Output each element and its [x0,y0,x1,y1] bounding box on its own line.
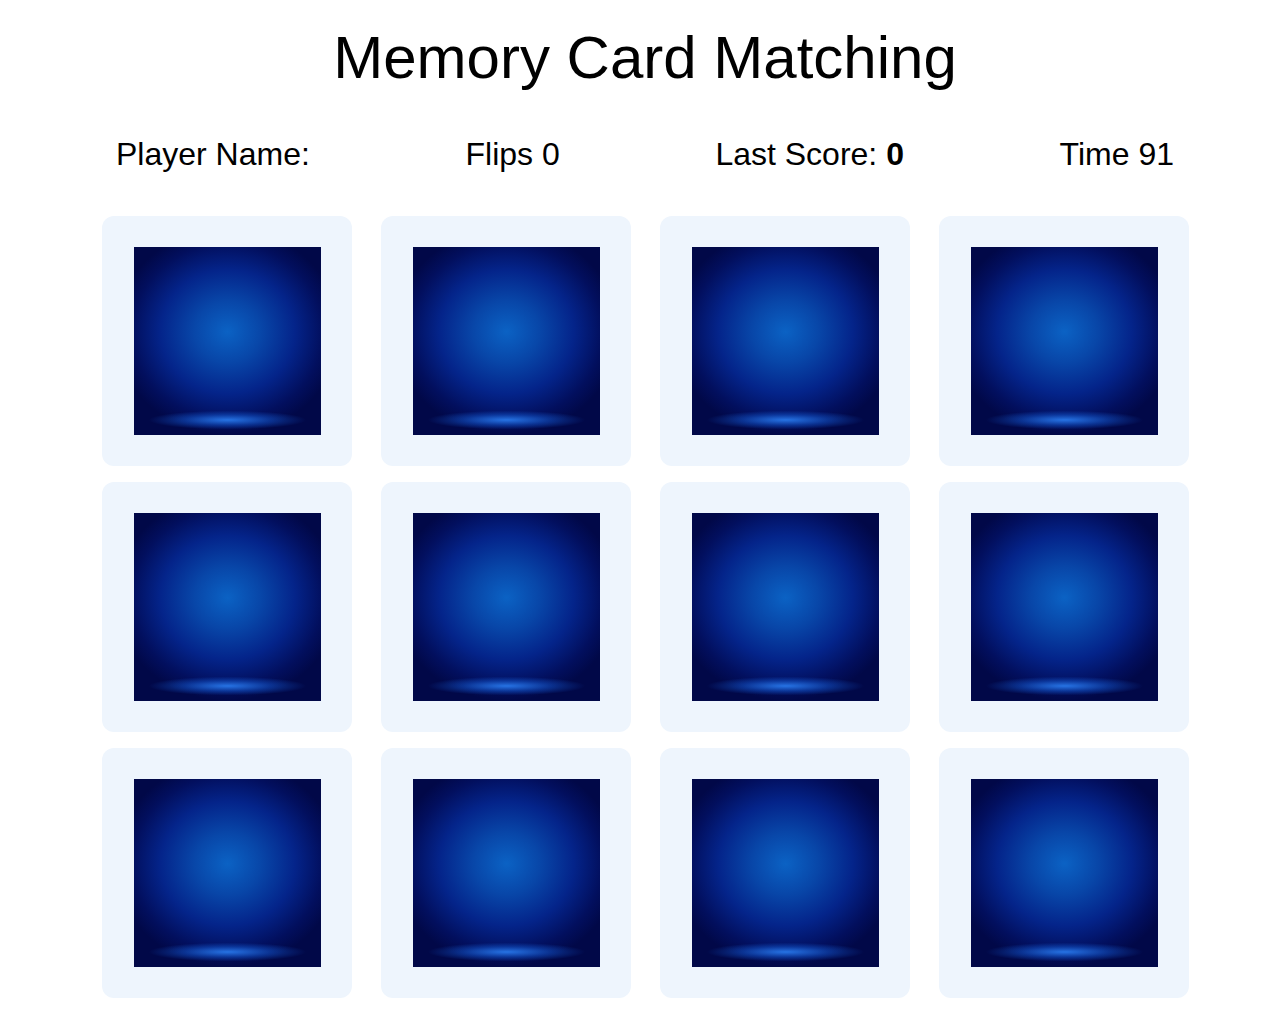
last-score: Last Score: 0 [715,134,904,174]
memory-card[interactable] [939,748,1189,998]
card-back [971,247,1158,435]
memory-card[interactable] [102,748,352,998]
card-back [692,513,879,701]
card-back [413,247,600,435]
memory-card[interactable] [381,482,631,732]
card-back [134,513,321,701]
game-page: Memory Card Matching Player Name: Flips 0 L… [102,0,1188,1013]
card-back [134,247,321,435]
memory-card[interactable] [660,216,910,466]
card-back [134,779,321,967]
card-back [413,779,600,967]
memory-card[interactable] [939,482,1189,732]
memory-card[interactable] [660,482,910,732]
memory-card[interactable] [660,748,910,998]
memory-card[interactable] [102,482,352,732]
game-title: Memory Card Matching [102,22,1188,94]
timer: Time 91 [1060,134,1174,174]
memory-card[interactable] [381,748,631,998]
last-score-value: 0 [886,136,904,172]
card-grid [102,216,1188,1013]
card-back [692,247,879,435]
card-back [692,779,879,967]
memory-card[interactable] [381,216,631,466]
card-back [413,513,600,701]
flips-counter: Flips 0 [465,134,559,174]
card-back [971,779,1158,967]
memory-card[interactable] [102,216,352,466]
player-name: Player Name: [116,134,310,174]
stats-row: Player Name: Flips 0 Last Score: 0 Time 91 [102,134,1188,174]
memory-card[interactable] [939,216,1189,466]
card-back [971,513,1158,701]
